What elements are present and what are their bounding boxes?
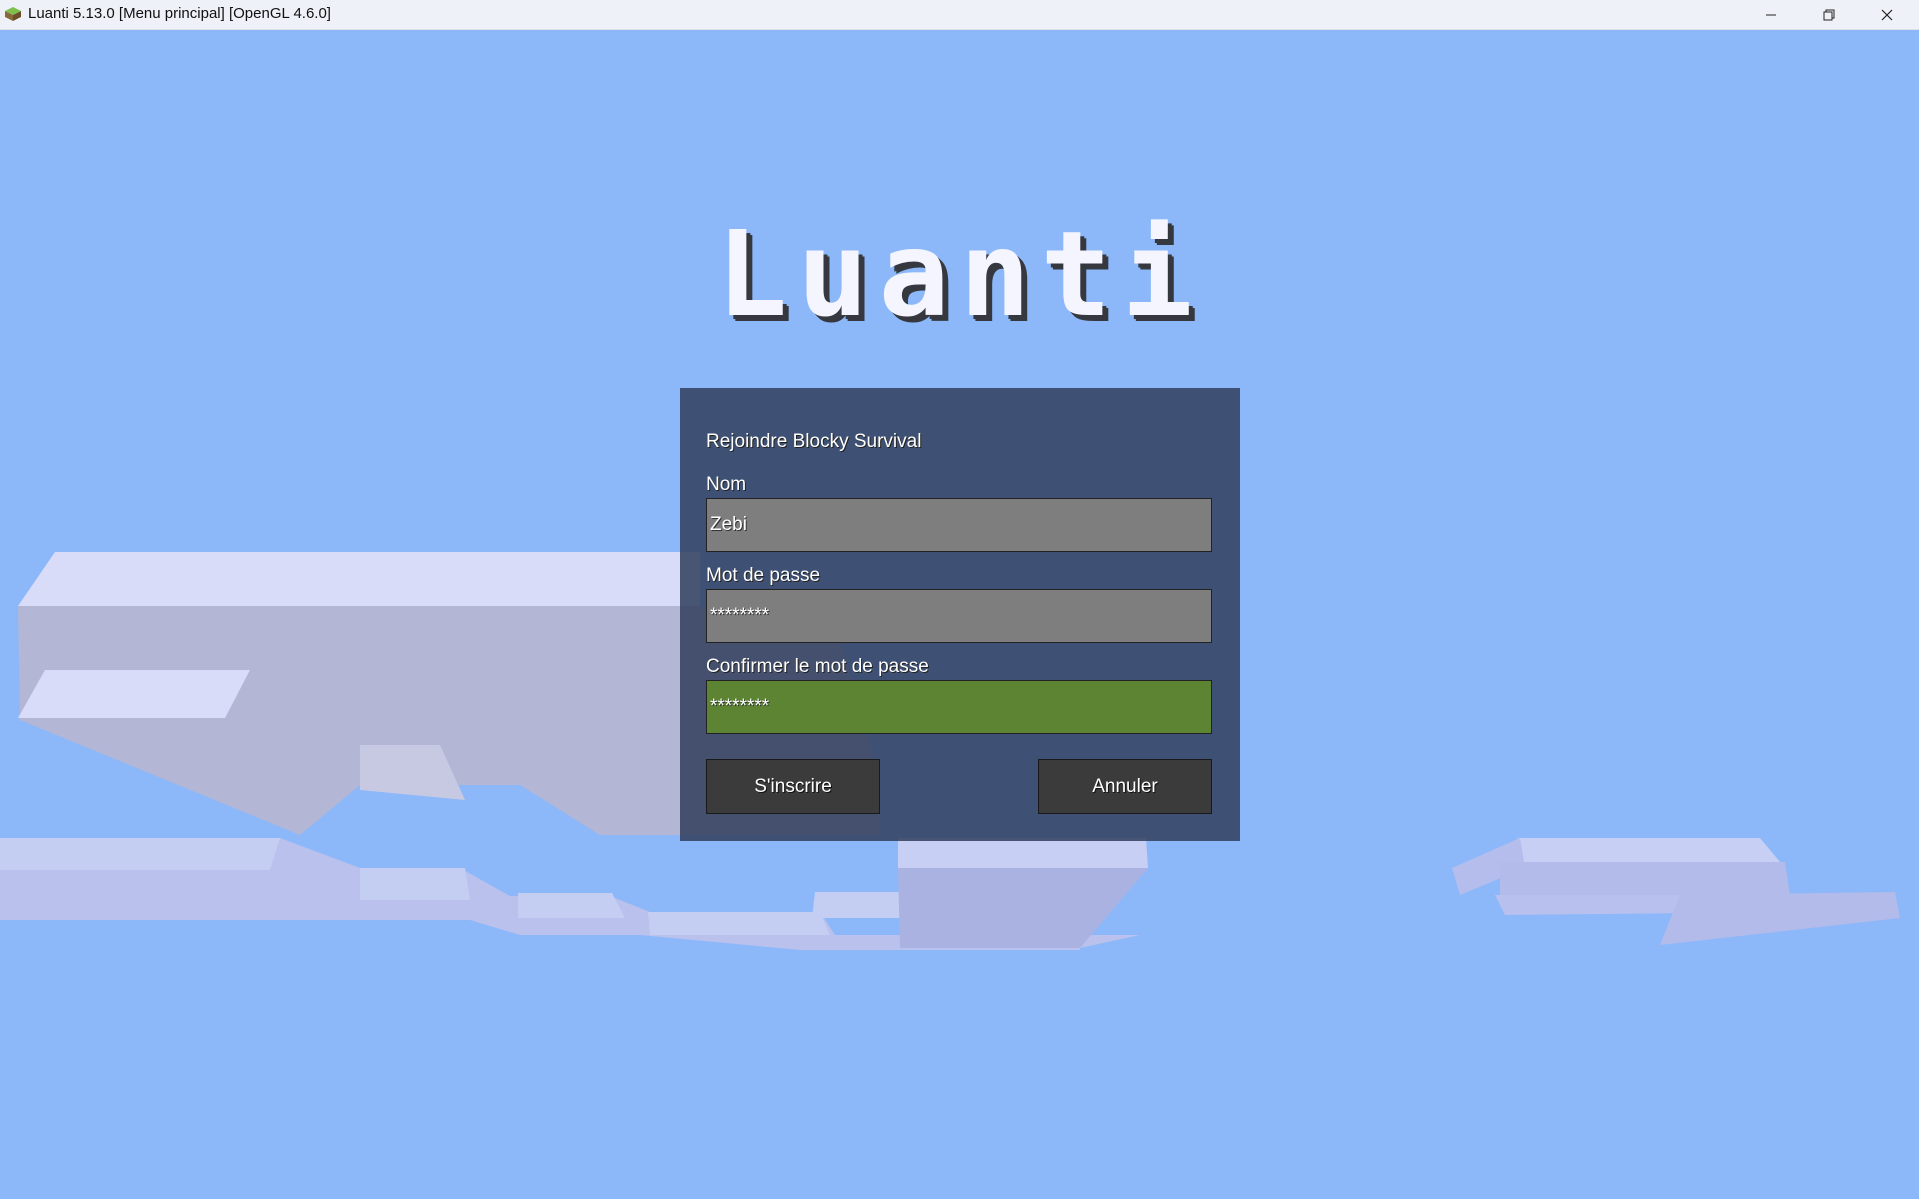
cloud <box>518 893 625 918</box>
dialog-title: Rejoindre Blocky Survival <box>706 431 922 452</box>
luanti-logo: Luanti <box>716 205 1203 343</box>
cloud <box>648 912 830 935</box>
confirm-password-input[interactable]: ******** <box>706 680 1212 734</box>
close-icon <box>1881 9 1893 20</box>
name-label: Nom <box>706 474 747 495</box>
name-input[interactable]: Zebi <box>706 498 1212 552</box>
luanti-app-icon <box>5 7 21 21</box>
cloud <box>812 892 910 918</box>
register-dialog: Rejoindre Blocky Survival Nom Zebi Mot d… <box>680 388 1240 841</box>
cloud <box>1500 838 1780 862</box>
register-button[interactable]: S'inscrire <box>706 759 880 814</box>
cloud <box>1660 892 1900 945</box>
password-input[interactable]: ******** <box>706 589 1212 643</box>
cloud <box>18 552 700 606</box>
cloud <box>898 838 1148 868</box>
cloud <box>360 868 470 900</box>
confirm-password-label: Confirmer le mot de passe <box>706 656 929 677</box>
cloud <box>18 670 250 718</box>
cloud <box>0 838 280 870</box>
close-button[interactable] <box>1858 0 1916 29</box>
window-titlebar: Luanti 5.13.0 [Menu principal] [OpenGL 4… <box>0 0 1919 30</box>
minimize-button[interactable] <box>1742 0 1800 29</box>
restore-icon <box>1823 9 1835 20</box>
minimize-icon <box>1766 14 1776 15</box>
password-label: Mot de passe <box>706 565 821 586</box>
cloud <box>1500 862 1790 895</box>
cancel-button[interactable]: Annuler <box>1038 759 1212 814</box>
restore-button[interactable] <box>1800 0 1858 29</box>
window-title: Luanti 5.13.0 [Menu principal] [OpenGL 4… <box>28 5 331 22</box>
